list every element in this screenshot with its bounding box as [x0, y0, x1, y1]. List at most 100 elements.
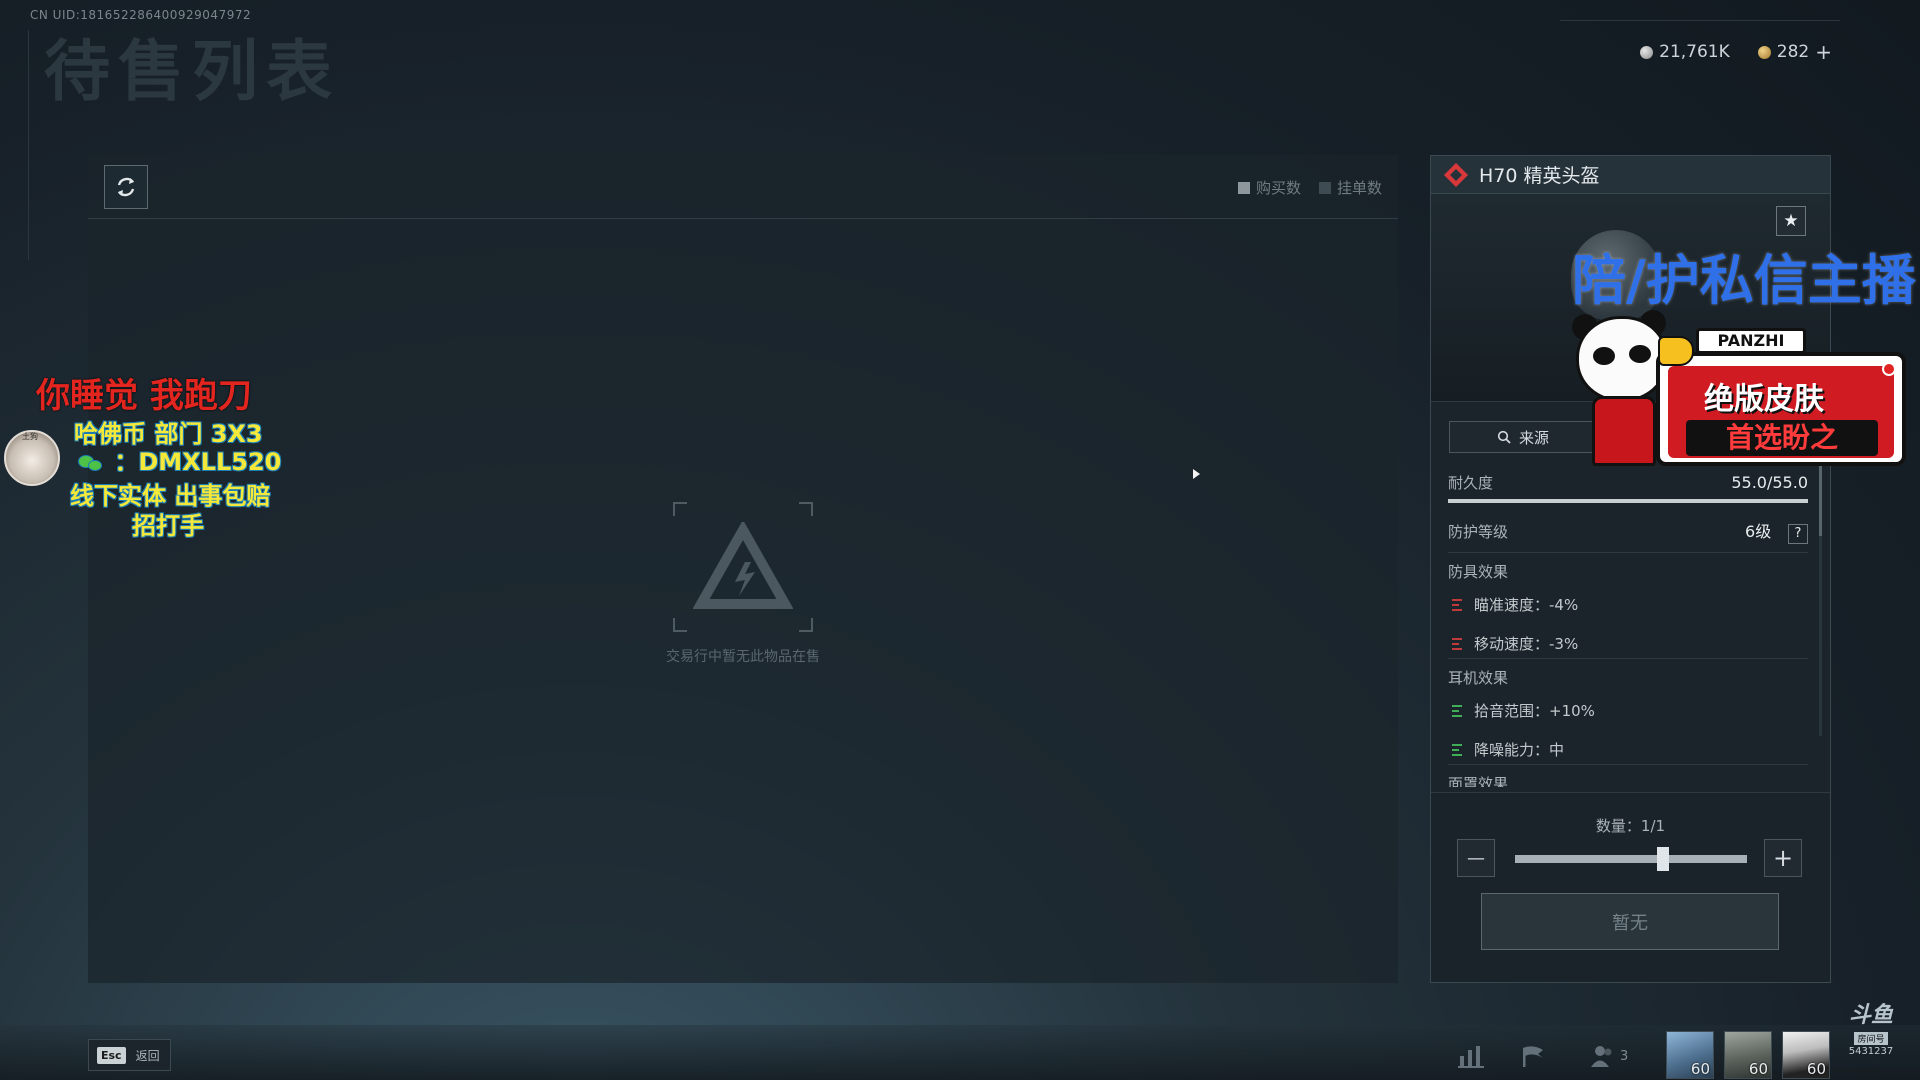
protection-value: 6级 [1745, 522, 1772, 541]
back-button[interactable]: Esc 返回 [88, 1039, 171, 1071]
empty-state: 交易行中暂无此物品在售 [638, 502, 848, 666]
plus-icon: + [1772, 844, 1794, 872]
purchase-button[interactable]: 暂无 [1481, 893, 1779, 950]
protection-help-button[interactable]: ? [1788, 524, 1808, 544]
empty-frame [673, 502, 813, 632]
deco-line [28, 30, 29, 260]
favorite-button[interactable]: ★ [1776, 206, 1806, 236]
sponsor-sticker: 绝版皮肤 首选盼之 PANZHI [1570, 306, 1910, 476]
legend-buy-label: 购买数 [1255, 179, 1301, 197]
source-label: 来源 [1518, 428, 1549, 447]
legend-buy-swatch [1237, 181, 1250, 194]
empty-message: 交易行中暂无此物品在售 [666, 649, 820, 665]
team-member-slot[interactable]: 60 [1782, 1031, 1830, 1079]
mask-effects-title: 面罩效果 [1448, 775, 1509, 787]
stream-overlay-blue-text: 陪/护私信主播 [1572, 249, 1916, 312]
stream-overlay-wechat: ：DMXLL520 [78, 442, 281, 477]
gold-coin-icon [1757, 45, 1771, 59]
stats-button[interactable] [1458, 1044, 1484, 1072]
bar-chart-icon [1458, 1046, 1484, 1068]
mark-button[interactable] [1520, 1044, 1546, 1072]
star-icon: ★ [1783, 211, 1799, 231]
stat-increase-icon [1448, 703, 1462, 719]
divider [1448, 552, 1808, 553]
add-currency-button[interactable]: + [1815, 42, 1832, 62]
increase-quantity-button[interactable]: + [1764, 839, 1802, 877]
protection-label: 防护等级 [1448, 522, 1509, 541]
refresh-icon [117, 177, 135, 197]
gold-currency: 282 + [1757, 42, 1832, 62]
quantity-slider[interactable] [1515, 855, 1747, 863]
legend-buy: 购买数 [1237, 177, 1301, 198]
divider [1448, 658, 1808, 659]
armor-effects: 防具效果 瞄准速度：-4% 移动速度：-3% [1448, 561, 1808, 654]
watermark-sub: 房间号 [1854, 1032, 1888, 1045]
quantity-slider-handle[interactable] [1657, 847, 1669, 871]
panda-mascot [1576, 316, 1668, 402]
sticker-name: PANZHI [1696, 328, 1806, 354]
team-member-level: 60 [1690, 1060, 1710, 1078]
sign-panel: 绝版皮肤 首选盼之 [1668, 366, 1894, 458]
wechat-icon [78, 453, 106, 473]
stat-decrease-icon [1448, 636, 1462, 652]
bottom-bar [0, 1025, 1920, 1080]
team-member-level: 60 [1806, 1060, 1826, 1078]
headset-effect-item: 降噪能力：中 [1448, 739, 1808, 760]
friends-button[interactable]: 3 [1590, 1044, 1628, 1068]
headset-effects-title: 耳机效果 [1448, 669, 1509, 687]
stat-decrease-icon [1448, 597, 1462, 613]
sticker-line-2: 首选盼之 [1686, 420, 1878, 456]
mask-effects: 面罩效果 [1448, 773, 1808, 787]
mouse-cursor-icon [1193, 469, 1200, 479]
quantity-slider-fill [1515, 855, 1747, 863]
sticker-sign: 绝版皮肤 首选盼之 [1656, 352, 1906, 466]
panda-body [1592, 396, 1656, 466]
gold-amount: 282 [1776, 42, 1810, 62]
legend-list-label: 挂单数 [1336, 179, 1382, 197]
minus-icon: — [1467, 847, 1485, 869]
armor-effects-title: 防具效果 [1448, 563, 1509, 581]
deco-line [1560, 20, 1840, 21]
purchase-area: 数量：1/1 — + 暂无 [1431, 792, 1830, 982]
legend-list: 挂单数 [1318, 177, 1382, 198]
durability-bar [1448, 499, 1808, 503]
douyu-watermark: 斗鱼 房间号 5431237 [1840, 1005, 1902, 1058]
sticker-line-1: 绝版皮肤 [1704, 382, 1824, 417]
armor-effect-item: 移动速度：-3% [1448, 633, 1808, 654]
red-dot-icon [1882, 362, 1896, 376]
silver-coin-icon [1640, 45, 1654, 59]
frame-corner [799, 502, 813, 516]
esc-key: Esc [97, 1046, 126, 1064]
durability-label: 耐久度 [1448, 474, 1494, 492]
refresh-button[interactable] [104, 165, 148, 209]
protection-stat: 防护等级 6级 ? [1448, 518, 1808, 544]
currency-bar: 21,761K 282 + [1640, 42, 1832, 62]
quantity-label: 数量：1/1 [1595, 817, 1666, 835]
headset-effect-text: 降噪能力：中 [1474, 741, 1565, 759]
team-member-slot[interactable]: 60 [1666, 1031, 1714, 1079]
avatar-tag: 土狗 [22, 432, 38, 441]
stream-overlay-red-text: 你睡觉 我跑刀 [36, 376, 252, 416]
wechat-id: ：DMXLL520 [114, 448, 282, 476]
page-title: 待售列表 [44, 33, 340, 110]
frame-corner [799, 618, 813, 632]
market-panel: 购买数 挂单数 交易行中暂无此物品在售 [88, 155, 1398, 983]
back-label: 返回 [135, 1048, 160, 1063]
rarity-diamond-icon [1444, 162, 1468, 187]
flag-icon [1523, 1046, 1543, 1067]
panda-eye [1593, 347, 1615, 365]
megaphone-icon [1658, 336, 1694, 366]
frame-corner [673, 502, 687, 516]
decrease-quantity-button[interactable]: — [1457, 839, 1495, 877]
search-icon [1497, 430, 1511, 444]
legend-list-swatch [1318, 181, 1331, 194]
headset-effect-text: 拾音范围：+10% [1474, 702, 1595, 720]
game-logo-icon [693, 522, 793, 609]
team-member-slot[interactable]: 60 [1724, 1031, 1772, 1079]
friends-count: 3 [1620, 1048, 1629, 1064]
friends-icon [1591, 1046, 1612, 1067]
headset-effects: 耳机效果 拾音范围：+10% 降噪能力：中 [1448, 667, 1808, 760]
panda-eye [1629, 345, 1651, 363]
market-header: 购买数 挂单数 [88, 155, 1398, 219]
silver-currency: 21,761K [1640, 42, 1730, 62]
